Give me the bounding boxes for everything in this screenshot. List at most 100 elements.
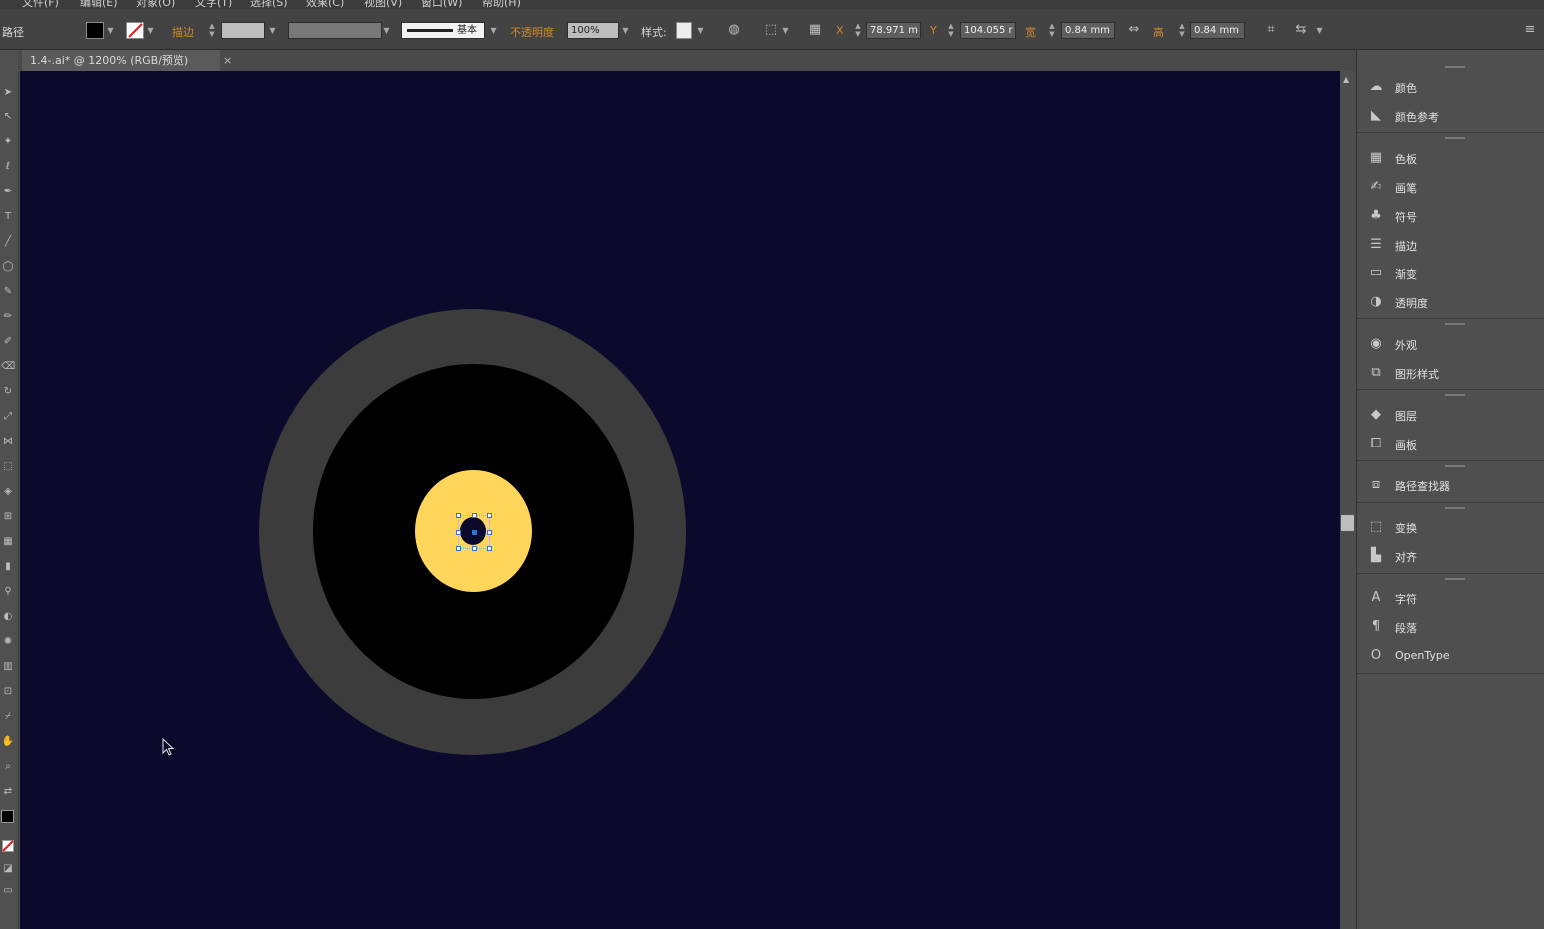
scrollbar-thumb[interactable]	[1341, 515, 1354, 531]
panel-brushes[interactable]: ✍ 画笔	[1357, 174, 1544, 201]
perspective-grid-tool-icon[interactable]: ⊞	[1, 510, 15, 524]
vertical-scrollbar[interactable]: ▲	[1340, 71, 1356, 929]
group-grip[interactable]	[1445, 137, 1465, 139]
panel-menu-icon[interactable]: ≡	[1521, 21, 1539, 39]
menu-help[interactable]: 帮助(H)	[482, 0, 521, 9]
line-tool-icon[interactable]: ╱	[1, 235, 15, 249]
menu-effect[interactable]: 效果(C)	[306, 0, 344, 9]
group-grip[interactable]	[1445, 465, 1465, 467]
eraser-tool-icon[interactable]: ⌫	[1, 360, 15, 374]
stroke-weight-dropdown-icon[interactable]: ▼	[268, 22, 277, 39]
column-graph-tool-icon[interactable]: ▥	[1, 660, 15, 674]
group-grip[interactable]	[1445, 66, 1465, 68]
fill-dropdown-icon[interactable]: ▼	[106, 22, 115, 39]
graphic-style-dropdown-icon[interactable]: ▼	[696, 22, 705, 39]
width-stepper[interactable]: ▲ ▼	[1047, 22, 1057, 39]
variable-width-dropdown-icon[interactable]: ▼	[382, 22, 391, 39]
x-field[interactable]: 78.971 m	[866, 22, 921, 39]
y-field[interactable]: 104.055 r	[960, 22, 1016, 39]
handle-bottom-left[interactable]	[456, 546, 461, 551]
isolate-dropdown-icon[interactable]: ▼	[1315, 22, 1324, 39]
group-grip[interactable]	[1445, 394, 1465, 396]
selection-tool-icon[interactable]: ➤	[1, 86, 15, 100]
screen-mode-icon[interactable]: ▭	[1, 884, 15, 898]
group-grip[interactable]	[1445, 323, 1465, 325]
menu-object[interactable]: 对象(O)	[136, 0, 175, 9]
panel-pathfinder[interactable]: ⧈ 路径查找器	[1357, 472, 1544, 499]
selection-bounding-box[interactable]	[456, 513, 492, 551]
panel-paragraph[interactable]: ¶ 段落	[1357, 614, 1544, 641]
artboard-canvas[interactable]	[20, 71, 1340, 929]
panel-align[interactable]: ▙ 对齐	[1357, 543, 1544, 570]
mesh-tool-icon[interactable]: ▦	[1, 535, 15, 549]
height-field[interactable]: 0.84 mm	[1190, 22, 1245, 39]
handle-middle-left[interactable]	[456, 530, 461, 535]
align-to-selection-icon[interactable]: ⬚	[762, 21, 780, 39]
type-tool-icon[interactable]: T	[1, 210, 15, 224]
panel-character[interactable]: A 字符	[1357, 585, 1544, 612]
handle-bottom-center[interactable]	[472, 546, 477, 551]
document-tab[interactable]: 1.4-.ai* @ 1200% (RGB/预览)	[22, 50, 220, 71]
close-tab-icon[interactable]: ×	[223, 50, 232, 71]
panel-artboards[interactable]: ⧠ 画板	[1357, 431, 1544, 458]
pencil-tool-icon[interactable]: ✏	[1, 310, 15, 324]
handle-top-left[interactable]	[456, 513, 461, 518]
menu-edit[interactable]: 编辑(E)	[80, 0, 118, 9]
swap-fill-stroke-icon[interactable]: ⇄	[1, 785, 15, 799]
recolor-artwork-icon[interactable]: ◍	[725, 21, 743, 39]
scroll-up-arrow-icon[interactable]: ▲	[1343, 75, 1349, 84]
panel-appearance[interactable]: ◉ 外观	[1357, 331, 1544, 358]
transform-icon[interactable]: ⌗	[1262, 21, 1280, 39]
panel-opentype[interactable]: O OpenType	[1357, 643, 1544, 670]
panel-color-guide[interactable]: ◣ 颜色参考	[1357, 103, 1544, 130]
eyedropper-tool-icon[interactable]: ⚲	[1, 585, 15, 599]
menu-window[interactable]: 窗口(W)	[421, 0, 462, 9]
panel-graphic-styles[interactable]: ⧉ 图形样式	[1357, 360, 1544, 387]
panel-transparency[interactable]: ◑ 透明度	[1357, 289, 1544, 316]
panel-gradient[interactable]: ▭ 渐变	[1357, 260, 1544, 287]
none-color-icon[interactable]	[1, 840, 15, 854]
menu-view[interactable]: 视图(V)	[364, 0, 402, 9]
draw-mode-icon[interactable]: ◪	[1, 862, 15, 876]
shape-builder-tool-icon[interactable]: ◈	[1, 485, 15, 499]
handle-bottom-right[interactable]	[487, 546, 492, 551]
stroke-weight-stepper[interactable]: ▲ ▼	[207, 22, 217, 39]
fill-color-icon[interactable]	[1, 810, 14, 823]
brush-dropdown-icon[interactable]: ▼	[489, 22, 498, 39]
menu-file[interactable]: 文件(F)	[22, 0, 59, 9]
panel-stroke[interactable]: ☰ 描边	[1357, 232, 1544, 259]
lasso-tool-icon[interactable]: ℓ	[1, 160, 15, 174]
opacity-label[interactable]: 不透明度	[510, 24, 554, 40]
symbol-sprayer-tool-icon[interactable]: ✺	[1, 635, 15, 649]
rotate-tool-icon[interactable]: ↻	[1, 385, 15, 399]
panel-transform[interactable]: ⬚ 变换	[1357, 514, 1544, 541]
blend-tool-icon[interactable]: ◐	[1, 610, 15, 624]
direct-selection-tool-icon[interactable]: ↖	[1, 110, 15, 124]
menu-type[interactable]: 文字(T)	[195, 0, 232, 9]
group-grip[interactable]	[1445, 578, 1465, 580]
artboard-tool-icon[interactable]: ⊡	[1, 685, 15, 699]
menu-select[interactable]: 选择(S)	[250, 0, 288, 9]
variable-width-profile[interactable]	[288, 22, 382, 39]
panel-color[interactable]: ☁ 颜色	[1357, 74, 1544, 101]
scale-tool-icon[interactable]: ⤢	[1, 410, 15, 424]
handle-top-center[interactable]	[472, 513, 477, 518]
graphic-style-swatch[interactable]	[676, 22, 692, 39]
reference-point-icon[interactable]: ▦	[806, 21, 824, 39]
stroke-weight-field[interactable]	[221, 22, 265, 39]
blob-brush-tool-icon[interactable]: ✐	[1, 335, 15, 349]
hand-tool-icon[interactable]: ✋	[1, 735, 15, 749]
ellipse-tool-icon[interactable]: ◯	[1, 260, 15, 274]
zoom-tool-icon[interactable]: ⌕	[1, 760, 15, 774]
brush-definition-field[interactable]: 基本	[401, 22, 485, 39]
opacity-field[interactable]: 100%	[567, 22, 619, 39]
width-tool-icon[interactable]: ⋈	[1, 435, 15, 449]
isolate-icon[interactable]: ⇆	[1292, 21, 1310, 39]
handle-top-right[interactable]	[487, 513, 492, 518]
x-stepper[interactable]: ▲ ▼	[853, 22, 863, 39]
group-grip[interactable]	[1445, 507, 1465, 509]
pen-tool-icon[interactable]: ✒	[1, 185, 15, 199]
width-field[interactable]: 0.84 mm	[1061, 22, 1115, 39]
height-stepper[interactable]: ▲ ▼	[1177, 22, 1187, 39]
panel-swatches[interactable]: ▦ 色板	[1357, 145, 1544, 172]
